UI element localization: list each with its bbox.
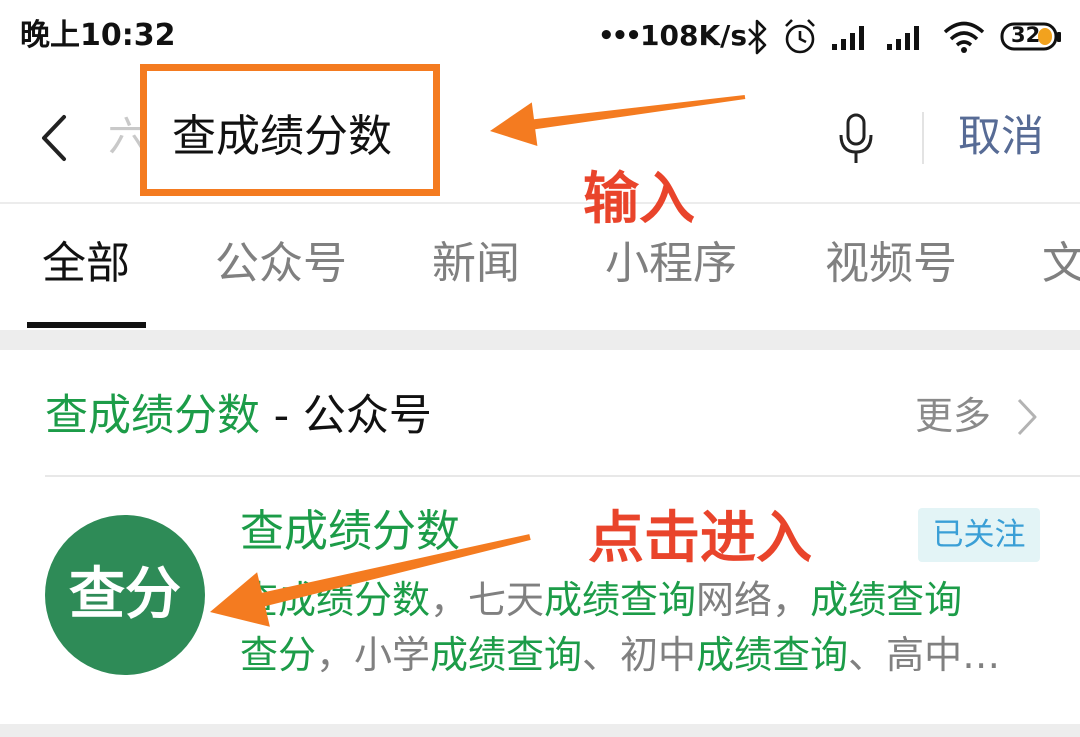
- tab-official-accounts[interactable]: 公众号: [215, 236, 347, 292]
- tab-mini-programs[interactable]: 小程序: [605, 236, 737, 292]
- network-speed: 108K/s: [640, 19, 748, 52]
- annotation-highlight-box: [140, 64, 440, 196]
- signal-icon: [887, 26, 919, 50]
- description-segment: 、高中…: [848, 633, 1001, 677]
- alarm-icon: [785, 19, 815, 54]
- account-avatar[interactable]: 查分: [45, 515, 205, 675]
- section-separator: [0, 330, 1080, 350]
- tab-channels[interactable]: 视频号: [825, 236, 957, 292]
- signal-icon: [832, 26, 864, 50]
- chevron-right-icon[interactable]: [1014, 396, 1040, 438]
- cancel-button[interactable]: 取消: [958, 112, 1044, 162]
- tab-all[interactable]: 全部: [42, 236, 130, 292]
- description-segment: 成绩查询: [696, 633, 849, 677]
- more-link[interactable]: 更多: [915, 392, 991, 440]
- bluetooth-icon: [748, 19, 767, 55]
- annotation-click-hint: 点击进入: [588, 506, 812, 571]
- description-segment: 网络，: [696, 578, 811, 622]
- description-segment: ，小学: [316, 633, 431, 677]
- description-segment: 查分: [240, 633, 317, 677]
- back-icon[interactable]: [38, 113, 70, 163]
- section-title-keyword: 查成绩分数: [45, 391, 260, 441]
- followed-badge-label: 已关注: [932, 517, 1026, 553]
- microphone-icon[interactable]: [837, 112, 875, 166]
- divider: [922, 112, 924, 164]
- annotation-input-hint: 输入: [583, 167, 695, 232]
- wifi-icon: [943, 21, 985, 53]
- divider: [45, 475, 1080, 477]
- battery-level: 32: [1011, 23, 1041, 47]
- account-description-line: 查成绩分数，七天成绩查询网络，成绩查询: [240, 575, 1040, 625]
- description-segment: 成绩查询: [430, 633, 583, 677]
- followed-badge: 已关注: [918, 508, 1040, 562]
- account-name[interactable]: 查成绩分数: [240, 505, 460, 559]
- description-segment: 成绩查询: [810, 578, 963, 622]
- section-title: 查成绩分数 - 公众号: [45, 390, 432, 442]
- avatar-text: 查分: [69, 562, 181, 627]
- active-tab-indicator: [27, 322, 146, 328]
- description-segment: 成绩查询: [544, 578, 697, 622]
- section-separator: [0, 724, 1080, 737]
- description-segment: 、初中: [582, 633, 697, 677]
- description-segment: 查成绩分数: [240, 578, 431, 622]
- description-segment: ，七天: [430, 578, 545, 622]
- section-title-suffix: - 公众号: [260, 391, 432, 441]
- status-time: 晚上10:32: [20, 18, 176, 53]
- tab-news[interactable]: 新闻: [432, 236, 520, 292]
- notification-dots: •••: [598, 21, 642, 51]
- search-faded-char: 六: [108, 114, 140, 160]
- tab-articles[interactable]: 文: [1042, 236, 1080, 292]
- account-description-line: 查分，小学成绩查询、初中成绩查询、高中…: [240, 630, 1040, 680]
